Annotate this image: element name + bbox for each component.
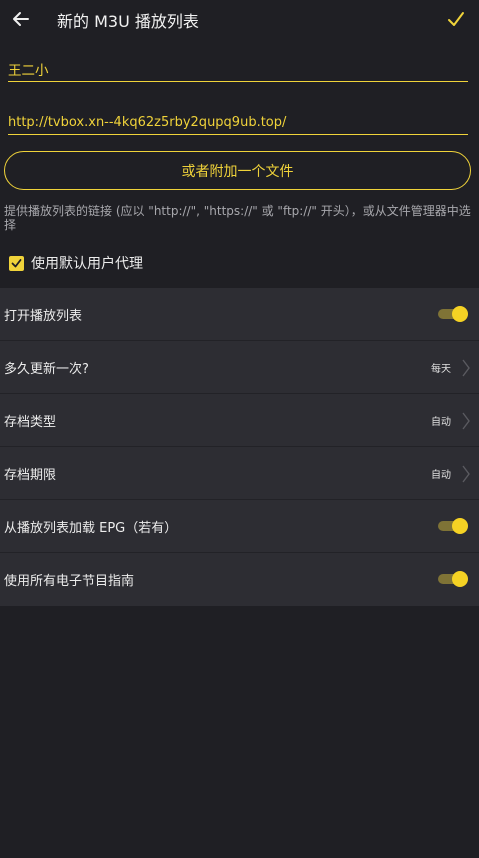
load-epg-toggle[interactable] <box>438 518 468 534</box>
setting-archive-type[interactable]: 存档类型 自动 <box>0 394 479 447</box>
arrow-left-icon <box>13 12 29 26</box>
setting-label: 使用所有电子节目指南 <box>4 574 135 589</box>
playlist-name-field <box>8 60 468 82</box>
toggle-thumb <box>452 306 468 322</box>
setting-label: 打开播放列表 <box>4 308 83 324</box>
check-icon <box>448 12 464 26</box>
setting-use-all-epg[interactable]: 使用所有电子节目指南 <box>0 553 479 606</box>
url-hint-text: 提供播放列表的链接 (应以 "http://", "https://" 或 "f… <box>4 204 471 232</box>
setting-update-frequency[interactable]: 多久更新一次? 每天 <box>0 341 479 394</box>
use-all-epg-toggle[interactable] <box>438 571 468 587</box>
setting-label: 存档期限 <box>4 467 57 483</box>
open-playlist-toggle[interactable] <box>438 306 468 322</box>
chevron-right-icon <box>462 412 470 430</box>
settings-list: 打开播放列表 多久更新一次? 每天 存档类型 自动 存档期限 自动 从播放列表加… <box>0 288 479 606</box>
playlist-url-field <box>8 111 468 135</box>
setting-value: 每天 <box>431 363 451 375</box>
top-app-bar: 新的 M3U 播放列表 <box>0 0 479 40</box>
setting-load-epg[interactable]: 从播放列表加载 EPG（若有） <box>0 500 479 553</box>
confirm-button[interactable] <box>443 6 469 32</box>
back-button[interactable] <box>8 6 34 32</box>
playlist-url-input[interactable] <box>8 115 468 135</box>
page-title: 新的 M3U 播放列表 <box>57 12 199 31</box>
toggle-thumb <box>452 518 468 534</box>
attach-file-button[interactable]: 或者附加一个文件 <box>4 151 471 190</box>
setting-open-playlist[interactable]: 打开播放列表 <box>0 288 479 341</box>
playlist-name-input[interactable] <box>8 61 468 82</box>
setting-label: 存档类型 <box>4 414 57 430</box>
setting-value: 自动 <box>431 416 451 428</box>
default-user-agent-checkbox-row[interactable]: 使用默认用户代理 <box>9 253 143 273</box>
setting-label: 从播放列表加载 EPG（若有） <box>4 520 178 536</box>
setting-value: 自动 <box>431 469 451 481</box>
chevron-right-icon <box>462 359 470 377</box>
setting-archive-period[interactable]: 存档期限 自动 <box>0 447 479 500</box>
default-user-agent-label: 使用默认用户代理 <box>31 256 143 272</box>
chevron-right-icon <box>462 465 470 483</box>
default-user-agent-checkbox[interactable] <box>9 255 24 271</box>
toggle-thumb <box>452 571 468 587</box>
setting-label: 多久更新一次? <box>4 361 89 377</box>
checkmark-icon <box>11 258 22 267</box>
